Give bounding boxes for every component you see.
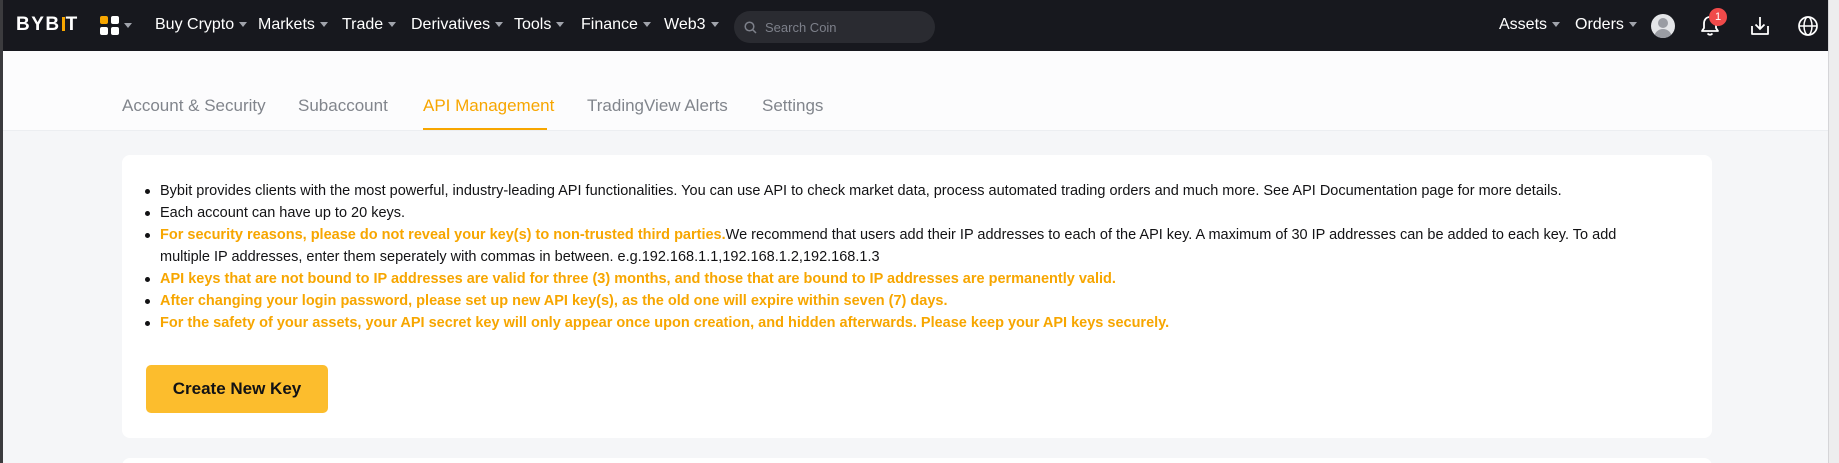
tab-api-management[interactable]: API Management <box>423 96 554 116</box>
chevron-down-icon <box>642 22 651 27</box>
language-button[interactable] <box>1795 13 1821 39</box>
top-navbar: BYB T Buy Crypto Markets Trade Derivative… <box>0 0 1828 51</box>
note-security-ip: For security reasons, please do not reve… <box>145 224 1640 268</box>
nav-tools[interactable]: Tools <box>514 16 565 34</box>
nav-web3[interactable]: Web3 <box>664 16 719 34</box>
nav-derivatives[interactable]: Derivatives <box>411 16 504 34</box>
chevron-down-icon <box>239 22 248 27</box>
download-icon <box>1751 17 1769 35</box>
chevron-down-icon <box>1628 22 1637 27</box>
api-notes-list: Bybit provides clients with the most pow… <box>145 180 1640 334</box>
download-button[interactable] <box>1747 13 1773 39</box>
window-scrollbar[interactable] <box>1828 0 1839 463</box>
apps-grid-icon <box>100 16 119 35</box>
note-secret-key: For the safety of your assets, your API … <box>145 312 1640 334</box>
globe-icon <box>1798 16 1818 36</box>
nav-trade[interactable]: Trade <box>342 16 397 34</box>
chevron-down-icon <box>1552 22 1561 27</box>
chevron-down-icon <box>556 22 565 27</box>
search-input[interactable] <box>765 19 925 35</box>
tab-subaccount[interactable]: Subaccount <box>298 96 388 116</box>
nav-buy-crypto[interactable]: Buy Crypto <box>155 16 248 34</box>
note-key-limit: Each account can have up to 20 keys. <box>145 202 1640 224</box>
apps-menu-button[interactable] <box>100 16 132 35</box>
search-box[interactable] <box>734 11 935 43</box>
note-api-functionality: Bybit provides clients with the most pow… <box>145 180 1640 202</box>
nav-assets[interactable]: Assets <box>1499 16 1561 34</box>
next-card <box>122 458 1712 463</box>
chevron-down-icon <box>495 22 504 27</box>
nav-orders[interactable]: Orders <box>1575 16 1637 34</box>
create-new-key-button[interactable]: Create New Key <box>146 365 328 413</box>
security-warning: For security reasons, please do not reve… <box>160 227 726 243</box>
chevron-down-icon <box>388 22 397 27</box>
tab-account-security[interactable]: Account & Security <box>122 96 266 116</box>
note-password-change: After changing your login password, plea… <box>145 290 1640 312</box>
window-frame-left <box>0 0 3 463</box>
nav-markets[interactable]: Markets <box>258 16 328 34</box>
chevron-down-icon <box>319 22 328 27</box>
chevron-down-icon <box>124 23 132 28</box>
search-icon <box>744 20 757 34</box>
active-tab-indicator <box>423 128 547 130</box>
nav-finance[interactable]: Finance <box>581 16 651 34</box>
chevron-down-icon <box>710 22 719 27</box>
tab-tradingview-alerts[interactable]: TradingView Alerts <box>587 96 728 116</box>
settings-tabs: Account & Security Subaccount API Manage… <box>3 51 1828 131</box>
notification-badge: 1 <box>1709 8 1727 26</box>
avatar-icon[interactable] <box>1651 14 1675 38</box>
bybit-logo[interactable]: BYB T <box>16 14 79 36</box>
note-key-validity: API keys that are not bound to IP addres… <box>145 268 1640 290</box>
tab-settings[interactable]: Settings <box>762 96 823 116</box>
